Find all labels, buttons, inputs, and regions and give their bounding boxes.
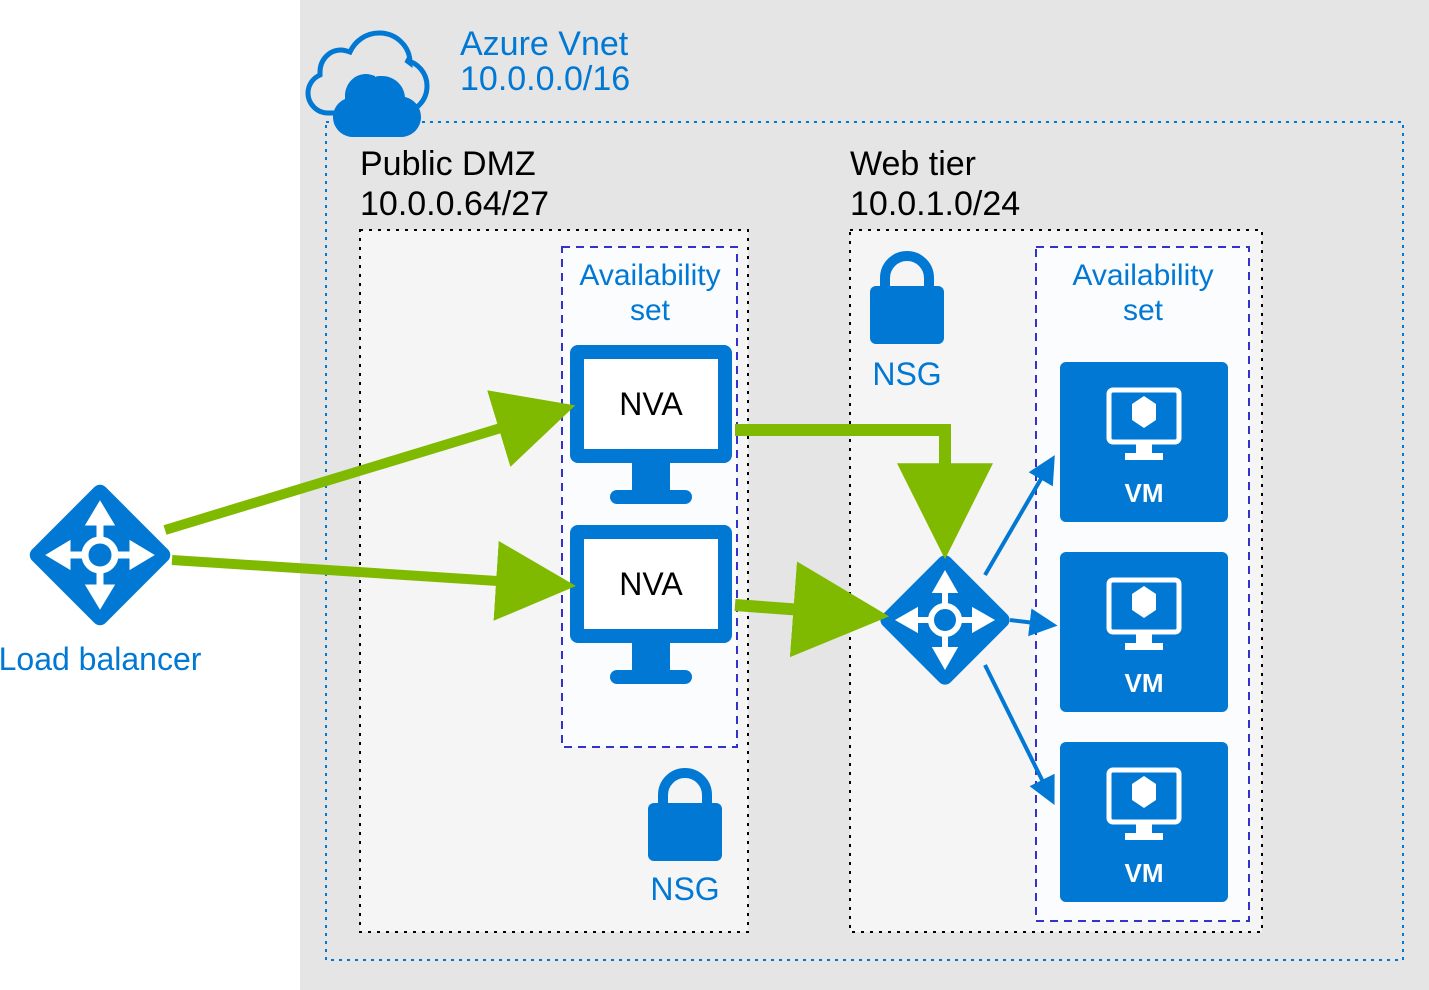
external-lb-label: Load balancer bbox=[0, 641, 202, 677]
vm-label-3: VM bbox=[1125, 858, 1164, 888]
nva-label-2: NVA bbox=[619, 566, 683, 602]
nva-label-1: NVA bbox=[619, 386, 683, 422]
dmz-nsg-label: NSG bbox=[650, 871, 719, 907]
vnet-cidr: 10.0.0.0/16 bbox=[460, 60, 630, 98]
vm-tile-1: VM bbox=[1060, 362, 1228, 522]
dmz-availability-label-2: set bbox=[630, 294, 671, 327]
dmz-cidr: 10.0.0.64/27 bbox=[360, 185, 549, 223]
vm-label-2: VM bbox=[1125, 668, 1164, 698]
dmz-title: Public DMZ bbox=[360, 145, 536, 183]
web-title: Web tier bbox=[850, 145, 976, 183]
web-cidr: 10.0.1.0/24 bbox=[850, 185, 1020, 223]
web-nsg-label: NSG bbox=[872, 356, 941, 392]
web-availability-label-2: set bbox=[1123, 294, 1164, 327]
azure-architecture-diagram: Azure Vnet 10.0.0.0/16 Public DMZ 10.0.0… bbox=[0, 0, 1429, 990]
external-lb-icon bbox=[26, 481, 173, 628]
vm-tile-3: VM bbox=[1060, 742, 1228, 902]
vm-label-1: VM bbox=[1125, 478, 1164, 508]
vm-tile-2: VM bbox=[1060, 552, 1228, 712]
vnet-title: Azure Vnet bbox=[460, 25, 629, 63]
dmz-availability-label-1: Availability bbox=[579, 259, 720, 292]
web-availability-label-1: Availability bbox=[1072, 259, 1213, 292]
